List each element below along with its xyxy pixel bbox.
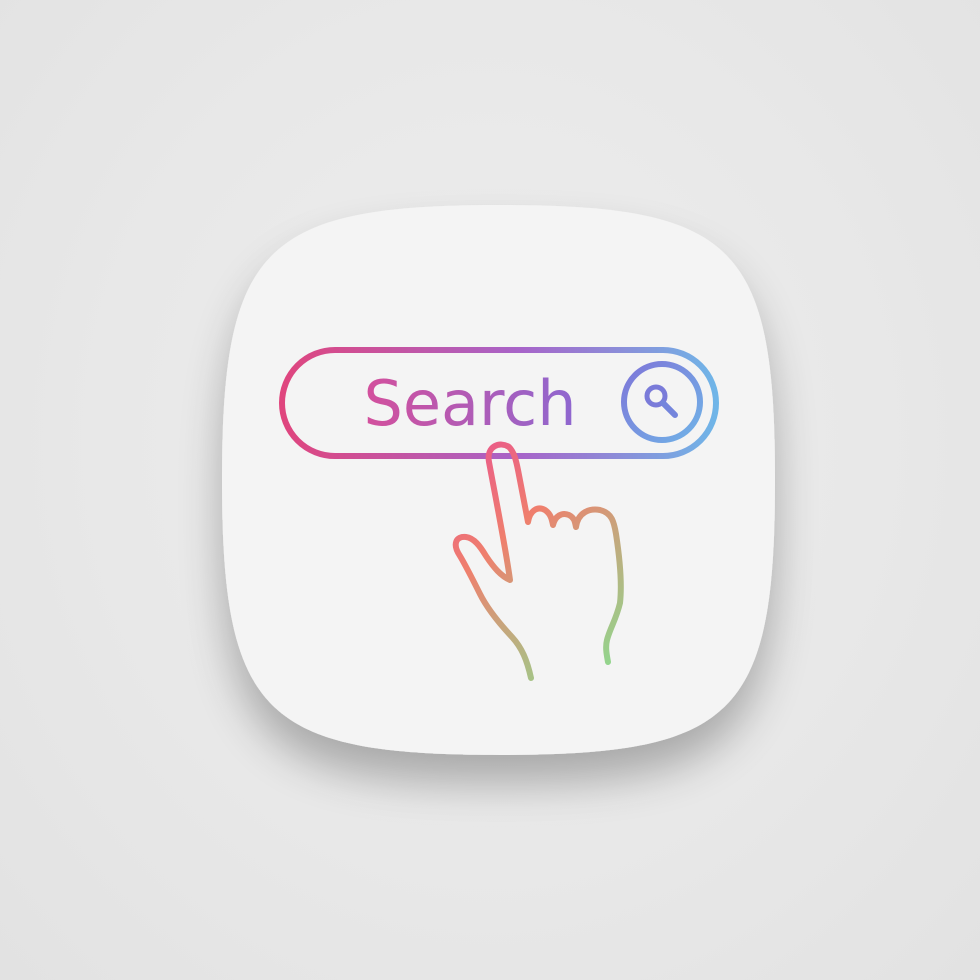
search-bar-label: Search xyxy=(363,367,576,440)
app-icon-canvas: Search xyxy=(0,0,980,980)
app-tile xyxy=(222,205,775,755)
search-app-icon: Search xyxy=(222,205,775,755)
